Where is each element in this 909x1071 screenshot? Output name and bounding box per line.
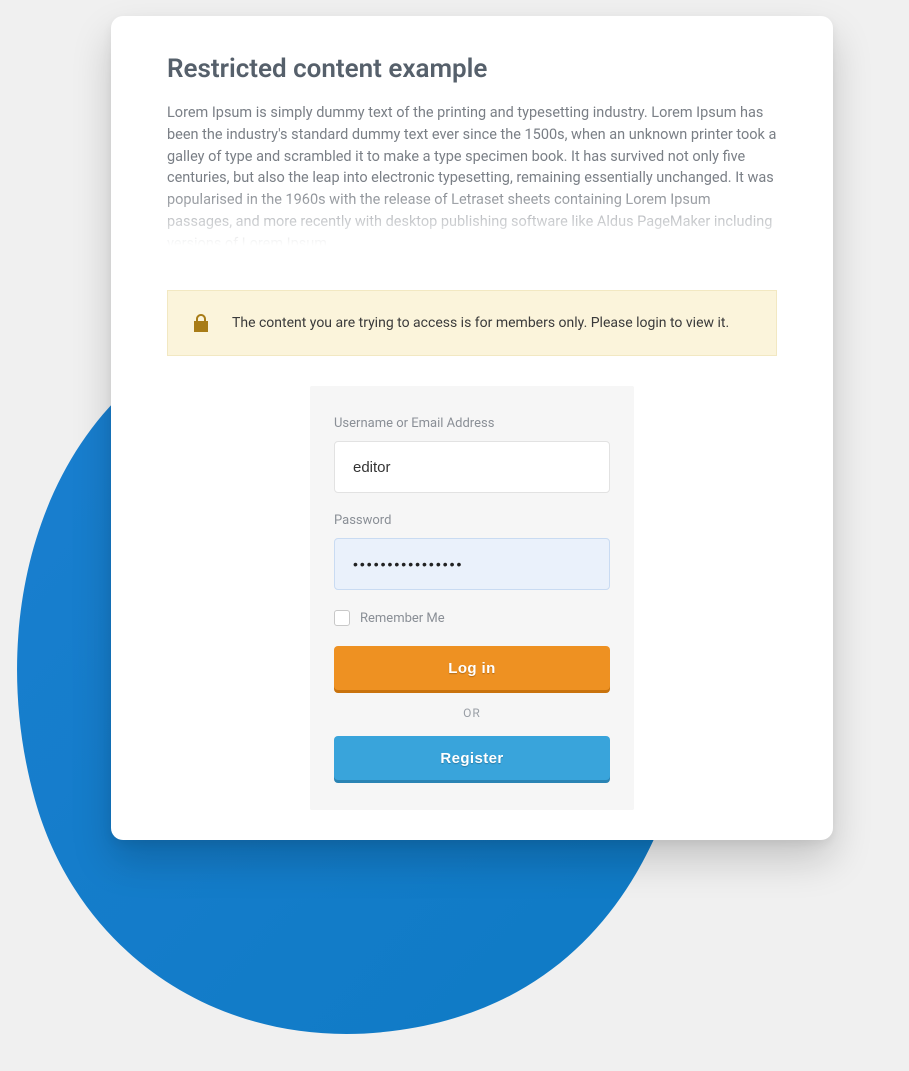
register-button[interactable]: Register	[334, 736, 610, 780]
lock-icon	[192, 313, 210, 333]
page-title: Restricted content example	[167, 54, 777, 84]
password-input[interactable]	[334, 538, 610, 590]
or-divider: OR	[334, 706, 610, 720]
restricted-notice: The content you are trying to access is …	[167, 290, 777, 356]
remember-label: Remember Me	[360, 611, 445, 626]
username-input[interactable]	[334, 441, 610, 493]
remember-checkbox[interactable]	[334, 610, 350, 626]
description-text: Lorem Ipsum is simply dummy text of the …	[167, 102, 777, 254]
content-card: Restricted content example Lorem Ipsum i…	[111, 16, 833, 840]
remember-row: Remember Me	[334, 610, 610, 626]
notice-text: The content you are trying to access is …	[232, 315, 729, 331]
username-label: Username or Email Address	[334, 416, 610, 431]
description-wrap: Lorem Ipsum is simply dummy text of the …	[167, 102, 777, 254]
login-form: Username or Email Address Password Remem…	[310, 386, 634, 810]
password-label: Password	[334, 513, 610, 528]
login-button[interactable]: Log in	[334, 646, 610, 690]
